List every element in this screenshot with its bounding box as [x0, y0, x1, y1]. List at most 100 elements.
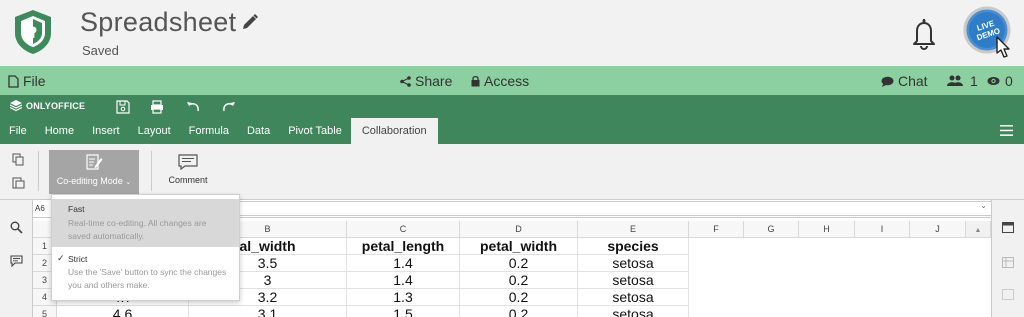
column-header-e[interactable]: E	[578, 221, 689, 238]
access-button[interactable]: Access	[471, 73, 529, 89]
lock-icon	[471, 75, 480, 87]
access-label: Access	[484, 73, 530, 89]
coediting-mode-label: Co-editing Mode	[56, 176, 123, 186]
coediting-mode-dropdown: Fast Real-time co-editing. All changes a…	[51, 194, 240, 301]
tab-collaboration[interactable]: Collaboration	[350, 118, 438, 144]
search-icon[interactable]	[10, 221, 23, 234]
save-status: Saved	[82, 43, 119, 58]
column-header-i[interactable]: I	[855, 221, 910, 238]
onlyoffice-logo: ONLYOFFICE	[10, 100, 85, 111]
option-title: Strict	[68, 254, 88, 264]
option-description: Real-time co-editing. All changes are sa…	[68, 218, 207, 241]
chat-label: Chat	[898, 73, 928, 89]
column-header-g[interactable]: G	[744, 221, 799, 238]
comment-button[interactable]: Comment	[160, 150, 216, 194]
tab-pivot-table[interactable]: Pivot Table	[279, 118, 351, 144]
users-icon	[947, 75, 963, 86]
ribbon-divider	[38, 151, 39, 191]
shield-logo-icon	[15, 10, 51, 54]
option-title: Fast	[68, 204, 85, 214]
cell-d1[interactable]: petal_width	[460, 238, 578, 255]
column-header-j[interactable]: J	[910, 221, 966, 238]
cell-c5[interactable]: 1.5	[347, 306, 460, 317]
cell-c1[interactable]: petal_length	[347, 238, 460, 255]
cell-d2[interactable]: 0.2	[460, 255, 578, 272]
cell-reference[interactable]: A6	[35, 204, 45, 213]
column-header-d[interactable]: D	[460, 221, 578, 238]
eye-icon	[987, 77, 1000, 85]
share-label: Share	[415, 73, 453, 89]
chevron-down-icon[interactable]: ⌄	[980, 201, 987, 210]
tab-layout[interactable]: Layout	[129, 118, 180, 144]
undo-icon[interactable]	[186, 100, 200, 114]
onlyoffice-brand-text: ONLYOFFICE	[26, 100, 86, 111]
coediting-option-strict[interactable]: ✓ Strict Use the 'Save' button to sync t…	[52, 251, 239, 297]
cell-b5[interactable]: 3.1	[189, 306, 347, 317]
users-count-value: 1	[970, 73, 978, 89]
viewers-count[interactable]: 0	[987, 73, 1013, 89]
column-header-c[interactable]: C	[347, 221, 460, 238]
cell-d5[interactable]: 0.2	[460, 306, 578, 317]
table-settings-icon[interactable]	[1002, 257, 1014, 268]
users-count[interactable]: 1	[947, 73, 978, 89]
viewers-count-value: 0	[1005, 73, 1013, 89]
editor-tabs: File Home Insert Layout Formula Data Piv…	[0, 118, 438, 144]
coediting-mode-button[interactable]: Co-editing Mode ⌄	[49, 150, 139, 194]
live-demo-badge[interactable]: LIVE DEMO	[963, 5, 1015, 63]
tab-data[interactable]: Data	[238, 118, 279, 144]
cell-e4[interactable]: setosa	[578, 289, 689, 306]
cell-c2[interactable]: 1.4	[347, 255, 460, 272]
file-menu-label: File	[23, 73, 46, 89]
coediting-icon	[85, 154, 102, 170]
left-sidebar	[0, 200, 33, 317]
onlyoffice-logo-icon	[10, 100, 22, 111]
cell-d3[interactable]: 0.2	[460, 272, 578, 289]
check-icon: ✓	[57, 253, 65, 263]
document-title[interactable]: Spreadsheet	[80, 7, 236, 38]
chat-button[interactable]: Chat	[881, 73, 928, 89]
right-sidebar	[991, 200, 1024, 317]
comment-icon	[178, 154, 198, 171]
tab-file[interactable]: File	[0, 118, 36, 144]
comments-panel-icon[interactable]	[10, 255, 23, 267]
tab-insert[interactable]: Insert	[83, 118, 129, 144]
image-settings-icon[interactable]	[1002, 289, 1014, 300]
vertical-scrollbar[interactable]: ▲	[966, 221, 991, 238]
cell-e5[interactable]: setosa	[578, 306, 689, 317]
cell-e3[interactable]: setosa	[578, 272, 689, 289]
copy-icon[interactable]	[12, 153, 25, 166]
file-icon	[8, 74, 19, 88]
editor-header: ONLYOFFICE File Home Insert Layout Formu…	[0, 95, 1024, 144]
option-description: Use the 'Save' button to sync the change…	[68, 267, 227, 290]
cell-c3[interactable]: 1.4	[347, 272, 460, 289]
row-header-5[interactable]: 5	[33, 306, 57, 317]
comment-label: Comment	[168, 175, 208, 185]
share-icon	[400, 75, 411, 87]
paste-icon[interactable]	[12, 176, 25, 189]
column-header-f[interactable]: F	[689, 221, 744, 238]
cell-d4[interactable]: 0.2	[460, 289, 578, 306]
cell-c4[interactable]: 1.3	[347, 289, 460, 306]
cell-e2[interactable]: setosa	[578, 255, 689, 272]
cell-a5[interactable]: 4.6	[57, 306, 189, 317]
cell-e1[interactable]: species	[578, 238, 689, 255]
scroll-up-icon[interactable]: ▲	[975, 227, 982, 234]
bell-icon[interactable]	[909, 17, 939, 51]
coediting-option-fast[interactable]: Fast Real-time co-editing. All changes a…	[52, 199, 239, 247]
share-button[interactable]: Share	[400, 73, 452, 89]
pencil-icon[interactable]	[241, 13, 259, 31]
redo-icon[interactable]	[222, 100, 236, 114]
document-nav-bar: File Share Access Chat 1 0	[0, 66, 1024, 95]
column-header-h[interactable]: H	[799, 221, 855, 238]
chat-icon	[881, 76, 894, 87]
ribbon-divider	[151, 151, 152, 191]
save-icon[interactable]	[116, 100, 130, 114]
tab-formula[interactable]: Formula	[180, 118, 238, 144]
tab-home[interactable]: Home	[36, 118, 83, 144]
print-icon[interactable]	[150, 100, 164, 114]
cell-settings-icon[interactable]	[1002, 222, 1014, 233]
chevron-down-icon: ⌄	[125, 179, 132, 186]
collaboration-ribbon: Co-editing Mode ⌄ Comment	[0, 144, 1024, 200]
menu-icon[interactable]	[1000, 125, 1013, 136]
file-menu-button[interactable]: File	[8, 73, 46, 89]
